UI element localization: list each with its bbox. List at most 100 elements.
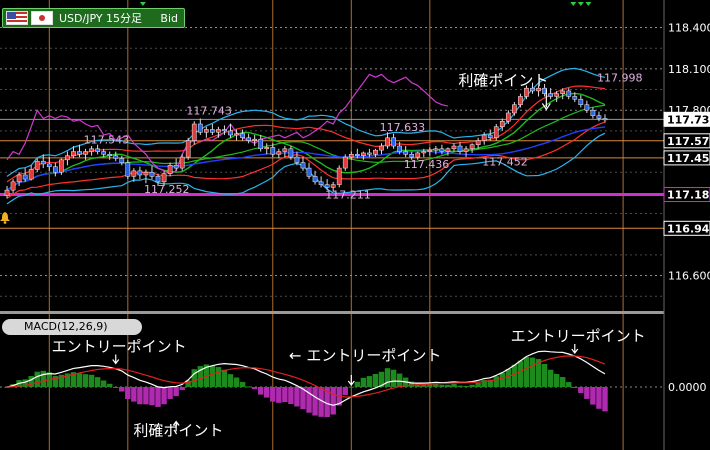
macd-histogram-bar (239, 381, 246, 387)
macd-histogram-bar (463, 385, 469, 387)
macd-histogram-bar (264, 387, 270, 398)
price-annotation-label: 117.998 (597, 71, 643, 84)
price-tag-label: 117.188 (667, 189, 710, 202)
candle-body (16, 174, 22, 183)
macd-histogram-bar (469, 384, 475, 387)
candle-body (445, 148, 451, 152)
macd-histogram-bar (523, 356, 530, 387)
macd-histogram-bar (553, 373, 560, 387)
candle-body (155, 176, 161, 183)
candle-body (367, 152, 372, 155)
candle-body (451, 145, 457, 150)
candle-body (578, 98, 584, 105)
y-tick-label: 118.400 (668, 22, 710, 35)
macd-histogram-bar (499, 372, 506, 387)
candle-body (294, 156, 300, 163)
macd-histogram-bar (596, 387, 602, 409)
macd-histogram-bar (94, 377, 101, 387)
candle-body (560, 90, 566, 94)
candle-body (457, 145, 463, 152)
candle-body (125, 162, 131, 177)
macd-histogram-bar (245, 386, 252, 388)
candle-body (71, 151, 76, 156)
candle-body (185, 140, 191, 158)
candle-body (52, 166, 58, 173)
candle-body (179, 156, 185, 169)
macd-histogram-bar (384, 368, 391, 387)
candle-body (342, 156, 348, 169)
candle-body (131, 170, 137, 177)
candle-body (415, 152, 421, 158)
panel-divider (0, 311, 710, 314)
candle-body (240, 133, 245, 139)
macd-histogram-bar (493, 376, 499, 387)
price-tag-label: 117.578 (667, 135, 710, 148)
macd-histogram-bar (529, 357, 536, 387)
candle-body (475, 140, 481, 145)
us-flag-icon (6, 11, 28, 25)
macd-histogram-bar (149, 387, 155, 406)
macd-arrow-mark (347, 375, 355, 386)
macd-histogram-bar (445, 384, 451, 387)
macd-histogram-bar (348, 386, 355, 388)
candle-body (554, 93, 560, 97)
candle-body (330, 184, 336, 188)
candle-body (409, 154, 415, 158)
macd-histogram-bar (366, 376, 373, 387)
macd-indicator-tab[interactable]: MACD(12,26,9) (2, 319, 142, 335)
macd-histogram-bar (566, 382, 572, 387)
candle-body (499, 120, 505, 128)
alert-bell-icon[interactable] (0, 212, 10, 224)
candle-body (234, 133, 239, 136)
candle-body (216, 129, 221, 133)
macd-annotation: エントリーポイント (52, 338, 187, 356)
macd-histogram-bar (34, 371, 40, 387)
candle-body (4, 189, 10, 196)
macd-histogram-bar (584, 387, 590, 399)
macd-histogram-bar (119, 387, 125, 392)
macd-annotation: エントリーポイント (511, 327, 646, 345)
candle-body (306, 167, 312, 177)
macd-histogram-bar (82, 374, 89, 387)
symbol-badge[interactable]: USD/JPY 15分足 Bid (2, 8, 185, 28)
macd-histogram-bar (179, 387, 185, 391)
macd-histogram-bar (88, 374, 95, 387)
candle-body (252, 138, 258, 141)
candle-body (318, 181, 324, 185)
candle-body (324, 184, 330, 188)
macd-histogram-bar (294, 387, 300, 407)
macd-histogram-bar (276, 387, 282, 403)
candle-body (191, 123, 197, 141)
candle-body (46, 163, 52, 167)
price-chart[interactable]: 118.400118.100117.800116.600117.543117.7… (0, 0, 710, 450)
macd-histogram-bar (517, 360, 524, 387)
candle-body (119, 158, 125, 163)
price-annotation-label: 117.633 (380, 121, 426, 134)
profit-point-annotation: 利確ポイント (458, 71, 548, 89)
macd-histogram-bar (167, 387, 173, 399)
candle-body (28, 169, 34, 180)
candle-body (300, 162, 306, 169)
price-annotation-label: 117.211 (325, 188, 371, 201)
macd-histogram-bar (28, 376, 34, 387)
candle-body (282, 148, 288, 152)
macd-annotation-arrow (571, 344, 579, 354)
candle-body (427, 149, 433, 152)
candle-body (59, 159, 64, 173)
candle-body (161, 173, 167, 183)
candle-body (572, 96, 578, 100)
macd-histogram-bar (161, 387, 167, 405)
macd-histogram-bar (451, 383, 457, 387)
candle-body (361, 152, 366, 156)
candle-body (312, 176, 318, 183)
jp-flag-icon (31, 11, 53, 25)
candle-body (270, 147, 276, 155)
candle-body (391, 137, 396, 147)
macd-histogram-bar (137, 387, 143, 405)
candle-body (403, 151, 409, 155)
candle-body (149, 171, 155, 177)
candle-body (222, 129, 227, 132)
macd-histogram-bar (257, 387, 264, 395)
candle-body (276, 151, 282, 155)
candle-body (469, 144, 475, 150)
